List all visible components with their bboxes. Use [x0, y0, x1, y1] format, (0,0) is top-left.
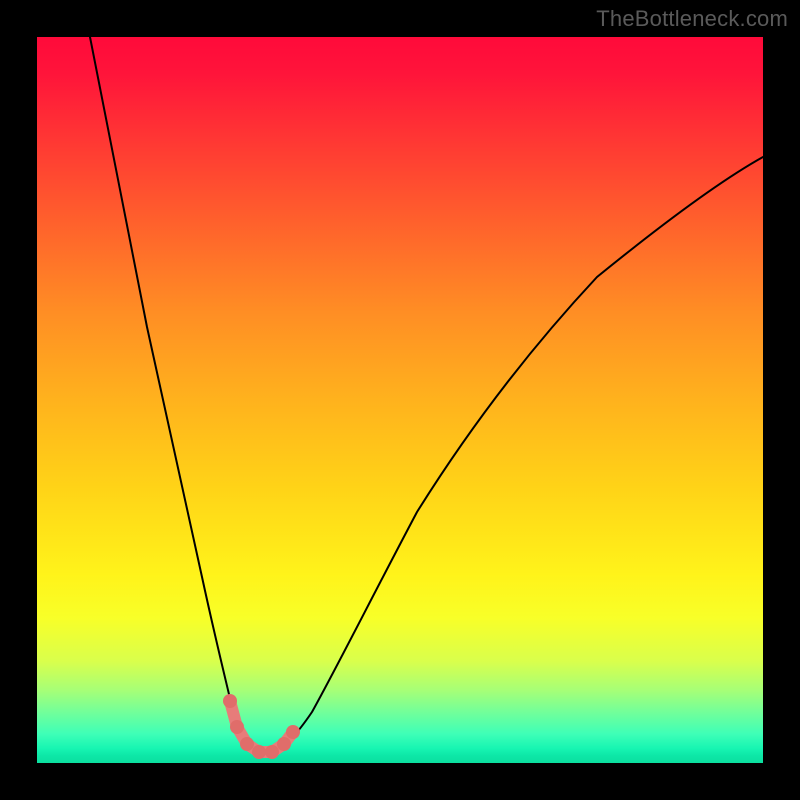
chart-frame: TheBottleneck.com	[0, 0, 800, 800]
highlight-dot	[277, 737, 291, 751]
highlight-dot	[252, 745, 266, 759]
highlight-dot	[230, 720, 244, 734]
plot-area	[37, 37, 763, 763]
bottleneck-curve	[90, 37, 763, 753]
highlight-dot	[223, 694, 237, 708]
highlight-dot	[286, 725, 300, 739]
curve-svg	[37, 37, 763, 763]
watermark-text: TheBottleneck.com	[596, 6, 788, 32]
highlight-dot	[265, 745, 279, 759]
highlight-dot	[240, 737, 254, 751]
